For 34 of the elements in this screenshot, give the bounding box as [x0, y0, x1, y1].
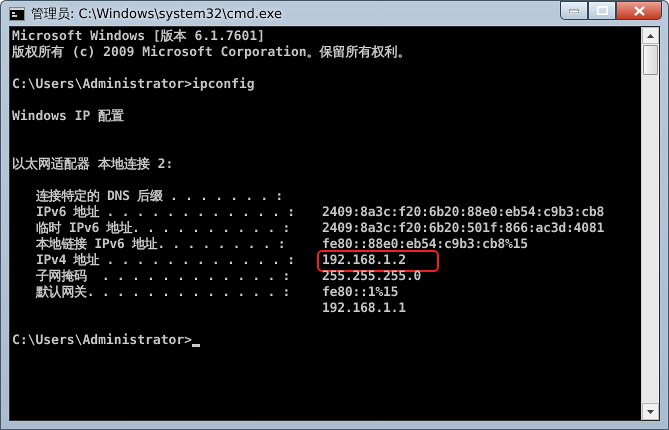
down-arrow-icon — [647, 410, 654, 414]
config-value: 255.255.255.0 — [321, 269, 422, 285]
config-label: 默认网关. . . . . . . . . . . . . : — [34, 285, 292, 301]
config-label: IPv4 地址 . . . . . . . . . . . . : — [35, 253, 296, 269]
highlighted-config-value: 192.168.1.2 — [320, 253, 436, 269]
console-text: 版权所有 (c) 2009 Microsoft Corporation。保留所有权利。 — [12, 45, 411, 61]
minimize-button[interactable] — [560, 1, 588, 20]
config-value: 2409:8a3c:f20:6b20:88e0:eb54:c9b3:cb8 — [321, 205, 606, 221]
up-arrow-icon — [647, 34, 654, 38]
config-value: 192.168.1.1 — [321, 301, 407, 317]
close-icon — [634, 6, 644, 16]
config-label: 临时 IPv6 地址. . . . . . . . . . : — [35, 221, 292, 236]
scroll-thumb[interactable] — [643, 45, 658, 75]
config-label: 子网掩码 . . . . . . . . . . . . : — [35, 269, 292, 284]
window-title: 管理员: C:\Windows\system32\cmd.exe — [31, 6, 283, 22]
console-icon — [9, 6, 25, 20]
minimize-icon — [569, 8, 579, 12]
config-label: 连接特定的 DNS 后缀 . . . . . . . : — [35, 189, 284, 205]
scroll-down-button[interactable] — [642, 403, 659, 420]
console-text: C:\Users\Administrator>ipconfig — [12, 77, 255, 93]
config-value: 2409:8a3c:f20:6b20:501f:866:ac3d:4081 — [321, 221, 606, 237]
config-value: fe80::1%15 — [321, 285, 400, 301]
command-prompt: C:\Users\Administrator> — [12, 333, 192, 349]
config-label: IPv6 地址 . . . . . . . . . . . . : — [35, 205, 296, 221]
maximize-button[interactable] — [588, 1, 616, 20]
config-value: fe80::88e0:eb54:c9b3:cb8%15 — [321, 237, 529, 253]
console-text: 以太网适配器 本地连接 2: — [12, 157, 174, 173]
scrollbar[interactable] — [641, 27, 659, 420]
console-text: Microsoft Windows [版本 6.1.7601] — [12, 29, 265, 45]
scroll-up-button[interactable] — [642, 27, 659, 44]
maximize-icon — [596, 6, 608, 15]
console-text: Windows IP 配置 — [12, 109, 124, 125]
config-label: 本地链接 IPv6 地址. . . . . . . . : — [34, 237, 286, 253]
close-button[interactable] — [616, 1, 662, 20]
